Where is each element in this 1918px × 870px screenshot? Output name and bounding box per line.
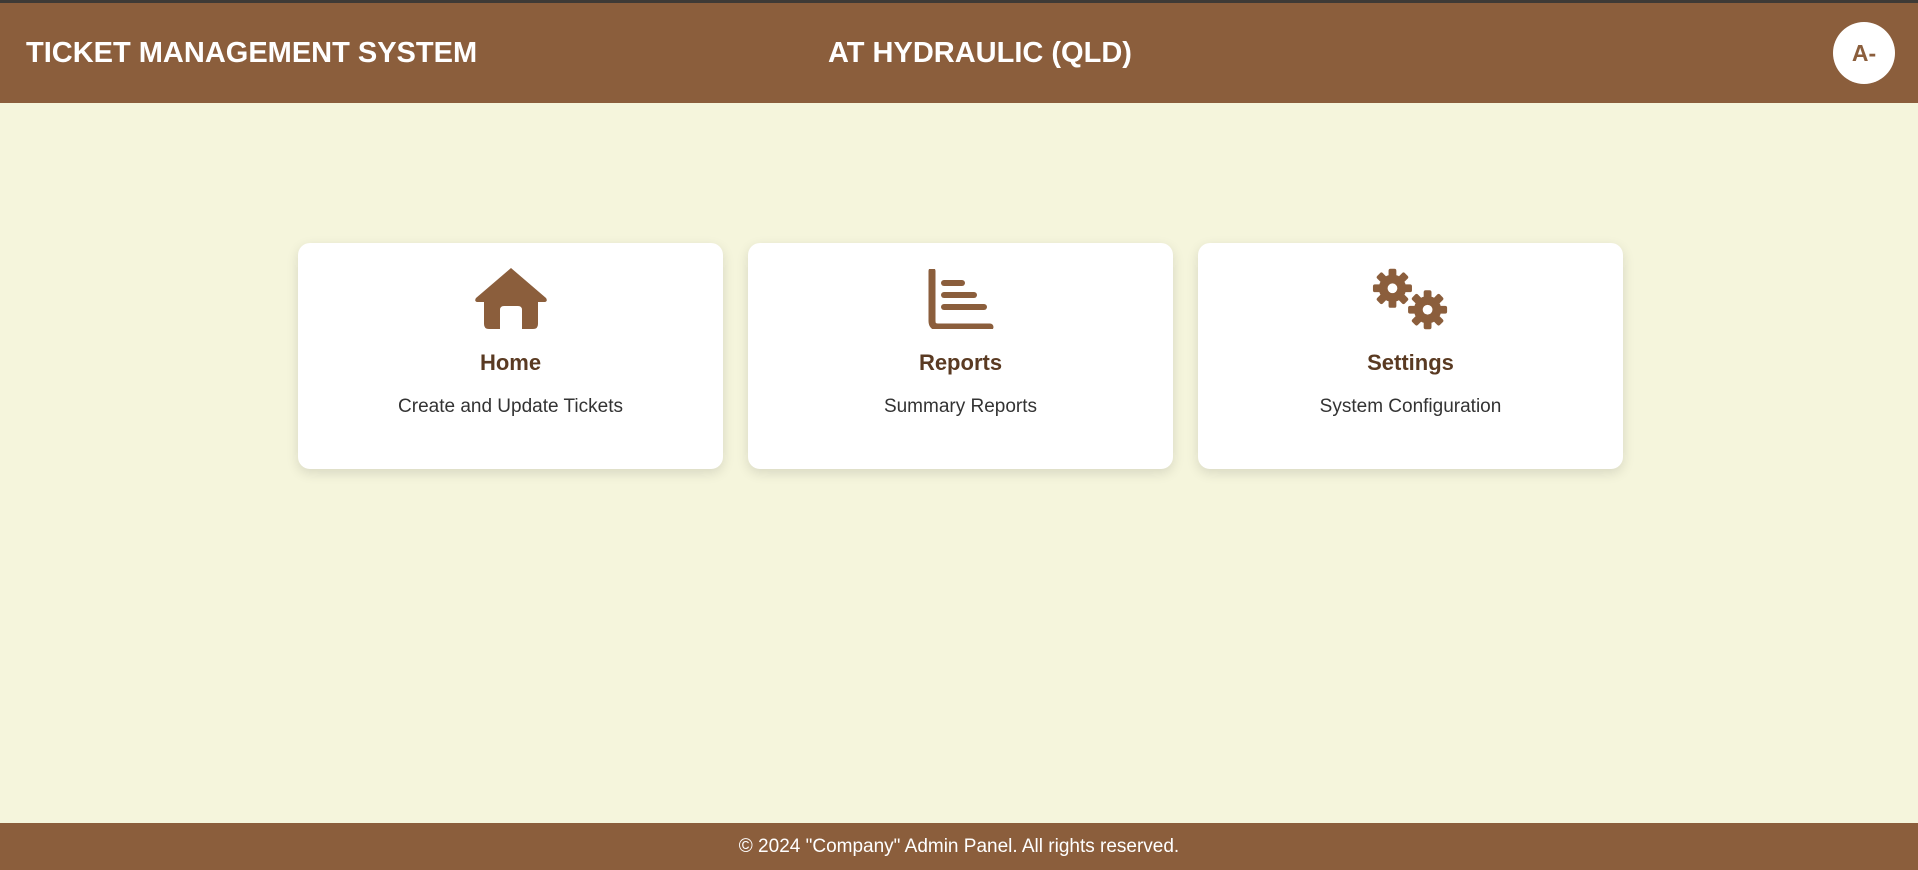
home-card-title: Home bbox=[479, 350, 542, 375]
app-header: TICKET MANAGEMENT SYSTEM AT HYDRAULIC (Q… bbox=[0, 3, 1918, 103]
settings-card[interactable]: Settings System Configuration bbox=[1198, 243, 1623, 469]
gears-icon bbox=[1371, 264, 1451, 334]
reports-card-description: Summary Reports bbox=[883, 396, 1038, 417]
reports-card[interactable]: Reports Summary Reports bbox=[748, 243, 1173, 469]
settings-card-description: System Configuration bbox=[1319, 396, 1502, 417]
footer: © 2024 "Company" Admin Panel. All rights… bbox=[0, 823, 1918, 870]
user-avatar[interactable]: A- bbox=[1833, 22, 1895, 84]
app-title: TICKET MANAGEMENT SYSTEM bbox=[26, 37, 478, 69]
reports-card-title: Reports bbox=[918, 350, 1003, 375]
footer-copyright: © 2024 "Company" Admin Panel. All rights… bbox=[738, 836, 1180, 857]
settings-card-title: Settings bbox=[1367, 350, 1454, 375]
home-icon bbox=[471, 264, 551, 334]
bar-chart-icon bbox=[921, 264, 1001, 334]
home-card-description: Create and Update Tickets bbox=[398, 396, 623, 417]
dashboard-cards: Home Create and Update Tickets Reports S… bbox=[298, 243, 1623, 469]
home-card[interactable]: Home Create and Update Tickets bbox=[298, 243, 723, 469]
company-name: AT HYDRAULIC (QLD) bbox=[828, 37, 1132, 69]
